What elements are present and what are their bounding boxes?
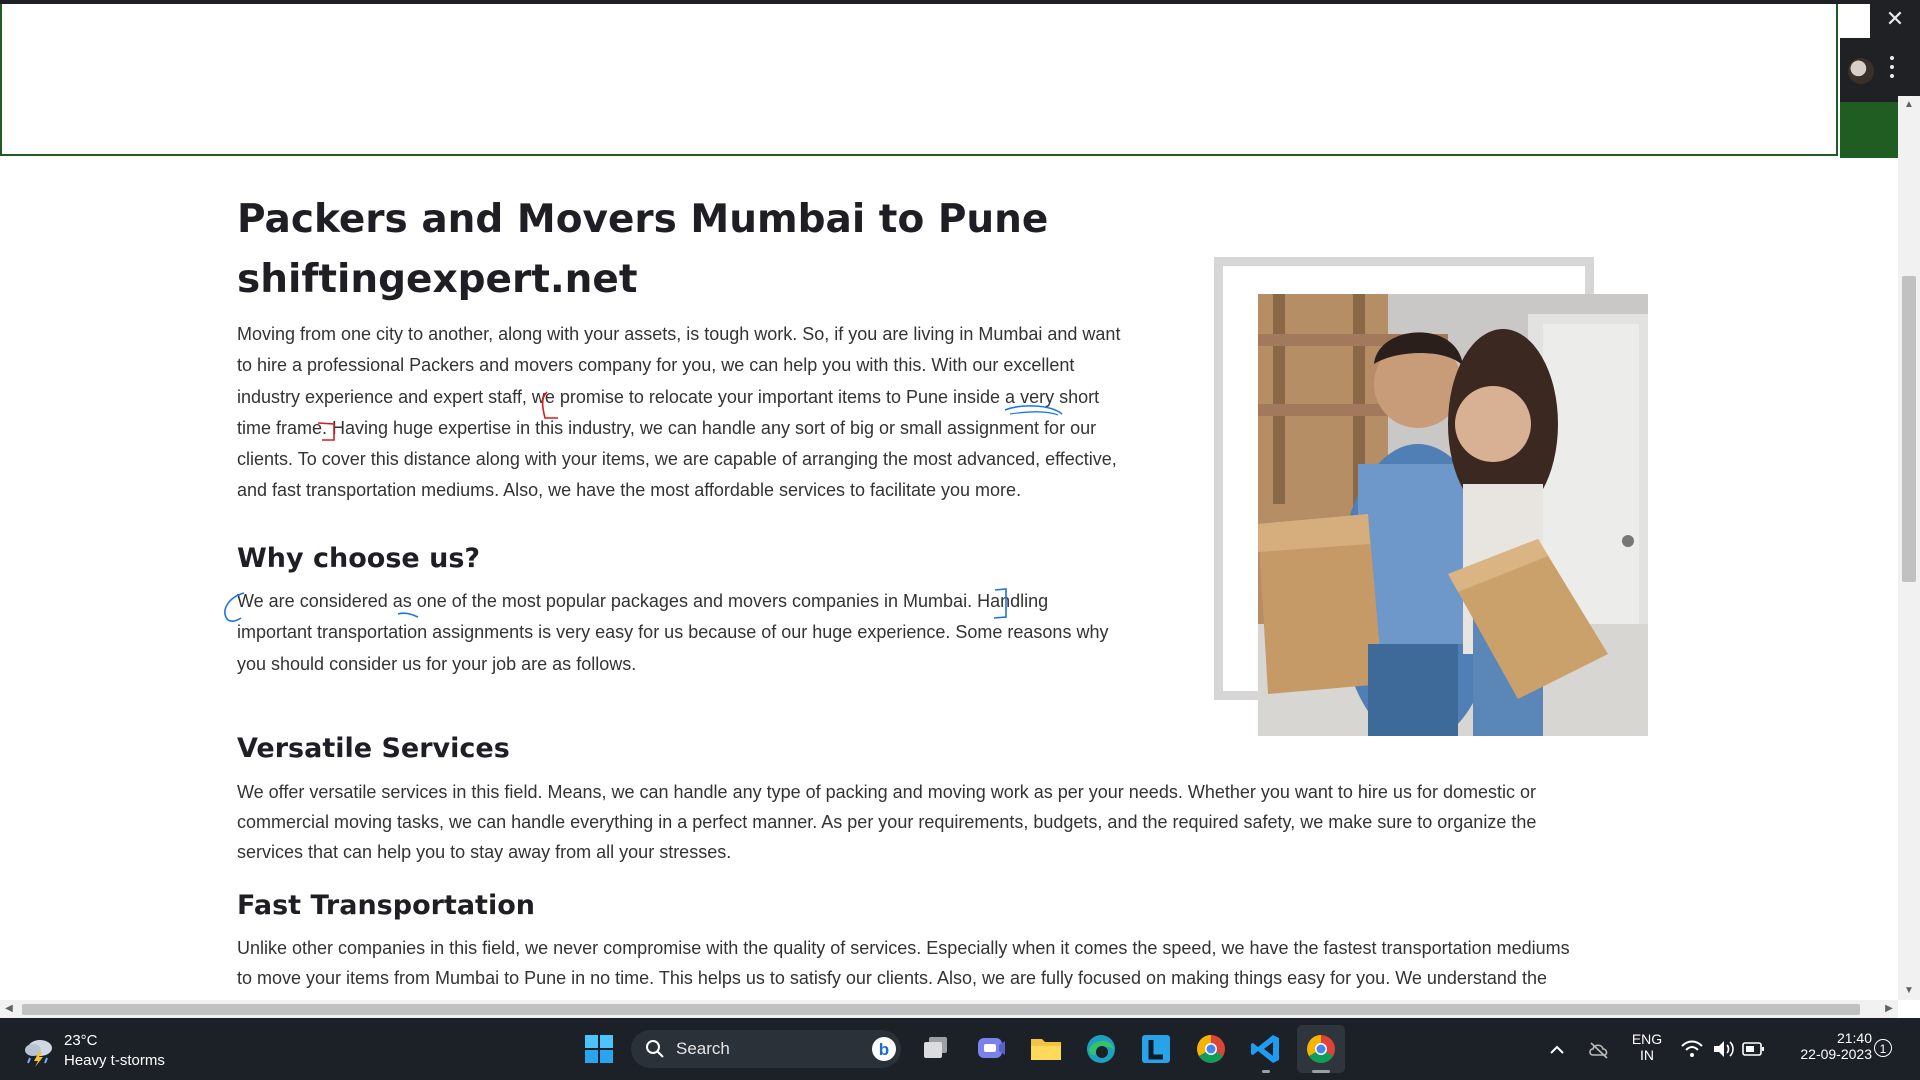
weather-widget[interactable]: 23°C Heavy t-storms	[20, 1032, 200, 1072]
blue-bracket-mark	[993, 588, 1007, 619]
photo-illustration	[1258, 294, 1648, 736]
task-view-button[interactable]	[912, 1025, 960, 1073]
scroll-down-icon[interactable]: ▼	[1898, 982, 1920, 1000]
blue-bracket-mark	[224, 592, 245, 623]
bing-icon[interactable]: b	[871, 1036, 897, 1062]
scroll-left-icon[interactable]: ◀	[0, 1000, 18, 1018]
browser-profile-area	[1840, 38, 1920, 102]
svg-text:b: b	[879, 1040, 889, 1059]
blue-underline-mark	[1009, 411, 1059, 416]
windows-start-icon	[585, 1035, 613, 1063]
clock-date: 22-09-2023	[1800, 1046, 1872, 1062]
chrome-icon	[1197, 1035, 1225, 1063]
start-button[interactable]	[575, 1025, 623, 1073]
language-code: ENG	[1631, 1031, 1663, 1047]
red-bracket-mark	[541, 391, 558, 419]
search-icon	[646, 1040, 664, 1058]
edge-browser-button[interactable]	[1077, 1025, 1125, 1073]
cloud-off-icon[interactable]	[1587, 1038, 1611, 1062]
scroll-up-icon[interactable]: ▲	[1898, 96, 1920, 114]
file-explorer-button[interactable]	[1022, 1025, 1070, 1073]
task-view-icon	[924, 1037, 947, 1058]
clock-time: 21:40	[1836, 1030, 1872, 1046]
vertical-scroll-thumb[interactable]	[1902, 276, 1916, 582]
more-vert-icon[interactable]	[1890, 56, 1894, 84]
volume-icon[interactable]	[1711, 1038, 1735, 1060]
clock[interactable]: 21:40 22-09-2023	[1776, 1030, 1872, 1062]
l-app-button[interactable]	[1132, 1025, 1180, 1073]
chrome-active-button[interactable]	[1297, 1025, 1345, 1073]
weather-temperature: 23°C	[64, 1032, 98, 1049]
browser-top-bar	[0, 0, 1920, 4]
vertical-scrollbar[interactable]: ▲ ▼	[1898, 96, 1920, 1000]
chevron-up-icon[interactable]	[1547, 1040, 1567, 1060]
blue-underline-mark	[397, 612, 419, 618]
teams-chat-button[interactable]	[967, 1025, 1015, 1073]
taskbar: 23°C Heavy t-storms Search b ENG IN 21:4…	[0, 1018, 1920, 1080]
language-indicator[interactable]: ENG IN	[1624, 1031, 1670, 1063]
web-page: Packers and Movers Mumbai to Pune shifti…	[0, 0, 1898, 1000]
file-explorer-icon	[1031, 1039, 1061, 1060]
battery-icon[interactable]	[1742, 1040, 1766, 1058]
chrome-icon	[1307, 1035, 1335, 1063]
wifi-icon[interactable]	[1680, 1038, 1704, 1060]
taskbar-search-box[interactable]: Search b	[631, 1030, 901, 1068]
vscode-button[interactable]	[1242, 1025, 1290, 1073]
region-code: IN	[1640, 1047, 1654, 1063]
teams-chat-icon	[978, 1038, 1005, 1058]
red-bracket-mark	[317, 422, 335, 441]
weather-description: Heavy t-storms	[64, 1052, 165, 1069]
chrome-button[interactable]	[1187, 1025, 1235, 1073]
horizontal-scrollbar[interactable]: ◀ ▶	[0, 1000, 1898, 1018]
search-label: Search	[676, 1039, 730, 1058]
l-app-icon	[1142, 1035, 1170, 1063]
weather-icon	[25, 1040, 52, 1067]
edge-icon	[1087, 1035, 1115, 1063]
avatar[interactable]	[1848, 58, 1874, 84]
notification-badge[interactable]: 1	[1874, 1039, 1892, 1057]
close-icon[interactable]: ✕	[1870, 0, 1920, 38]
scroll-right-icon[interactable]: ▶	[1880, 1000, 1898, 1018]
blue-underline-mark	[1004, 405, 1063, 415]
couple-with-boxes-photo	[1258, 294, 1648, 736]
vscode-icon	[1251, 1035, 1279, 1063]
horizontal-scroll-thumb[interactable]	[22, 1004, 1860, 1015]
